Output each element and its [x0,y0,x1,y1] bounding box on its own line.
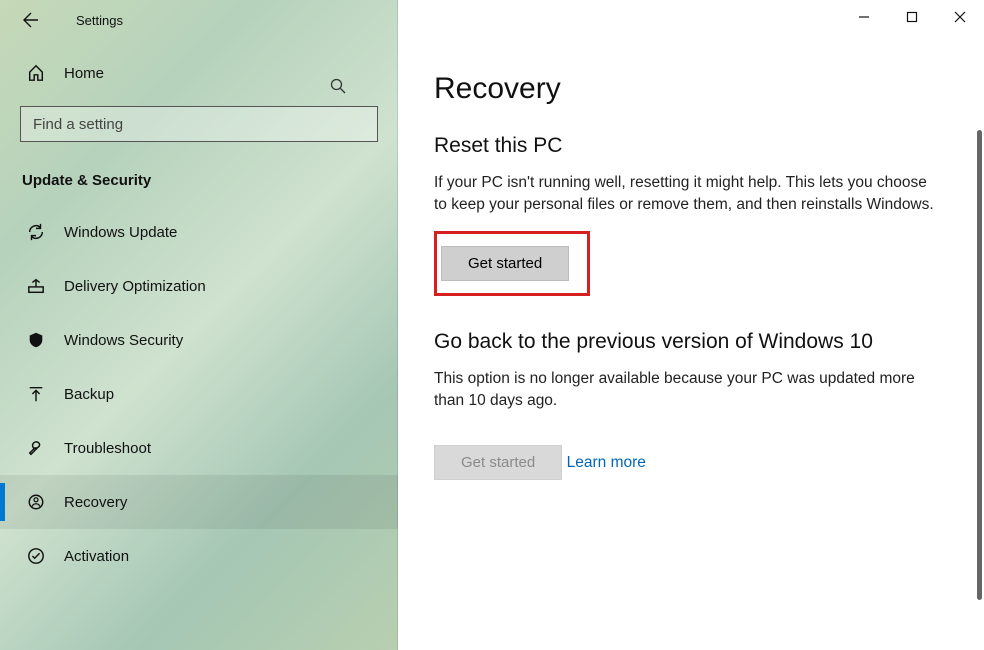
titlebar: Settings [0,0,398,40]
scrollbar[interactable] [977,130,982,600]
nav-label: Recovery [64,494,127,511]
nav-label: Backup [64,386,114,403]
nav-delivery-optimization[interactable]: Delivery Optimization [0,259,398,313]
sidebar-nav: Windows Update Delivery Optimization Win… [0,205,398,583]
window-title: Settings [76,13,123,28]
window-controls [840,0,984,34]
content-pane: Recovery Reset this PC If your PC isn't … [398,0,984,650]
sidebar-home[interactable]: Home [0,40,398,106]
minimize-button[interactable] [840,0,888,34]
back-button[interactable] [16,5,46,35]
activation-icon [22,547,50,565]
maximize-icon [906,11,918,23]
nav-recovery[interactable]: Recovery [0,475,398,529]
sidebar-section-label: Update & Security [0,162,398,205]
search-container [20,106,378,142]
nav-label: Windows Security [64,332,183,349]
close-button[interactable] [936,0,984,34]
maximize-button[interactable] [888,0,936,34]
shield-icon [22,331,50,349]
close-icon [954,11,966,23]
nav-activation[interactable]: Activation [0,529,398,583]
recovery-icon [22,493,50,511]
home-icon [22,64,50,82]
back-arrow-icon [23,12,39,28]
sync-icon [22,223,50,241]
nav-label: Windows Update [64,224,177,241]
goback-get-started-button: Get started [434,445,562,480]
page-title: Recovery [434,72,958,106]
search-input[interactable] [20,106,378,142]
delivery-icon [22,277,50,295]
sidebar-home-label: Home [64,65,104,82]
minimize-icon [858,11,870,23]
learn-more-link[interactable]: Learn more [567,454,646,472]
reset-section-title: Reset this PC [434,134,958,158]
wrench-icon [22,439,50,457]
nav-windows-security[interactable]: Windows Security [0,313,398,367]
reset-section-text: If your PC isn't running well, resetting… [434,172,934,215]
nav-backup[interactable]: Backup [0,367,398,421]
nav-label: Delivery Optimization [64,278,206,295]
sidebar: Settings Home Update & Security Windows … [0,0,398,650]
reset-get-started-button[interactable]: Get started [441,246,569,281]
settings-window: Settings Home Update & Security Windows … [0,0,984,650]
nav-label: Troubleshoot [64,440,151,457]
backup-icon [22,385,50,403]
nav-label: Activation [64,548,129,565]
goback-section-text: This option is no longer available becau… [434,368,934,411]
goback-section-title: Go back to the previous version of Windo… [434,330,958,354]
highlight-annotation: Get started [434,231,590,296]
nav-troubleshoot[interactable]: Troubleshoot [0,421,398,475]
nav-windows-update[interactable]: Windows Update [0,205,398,259]
